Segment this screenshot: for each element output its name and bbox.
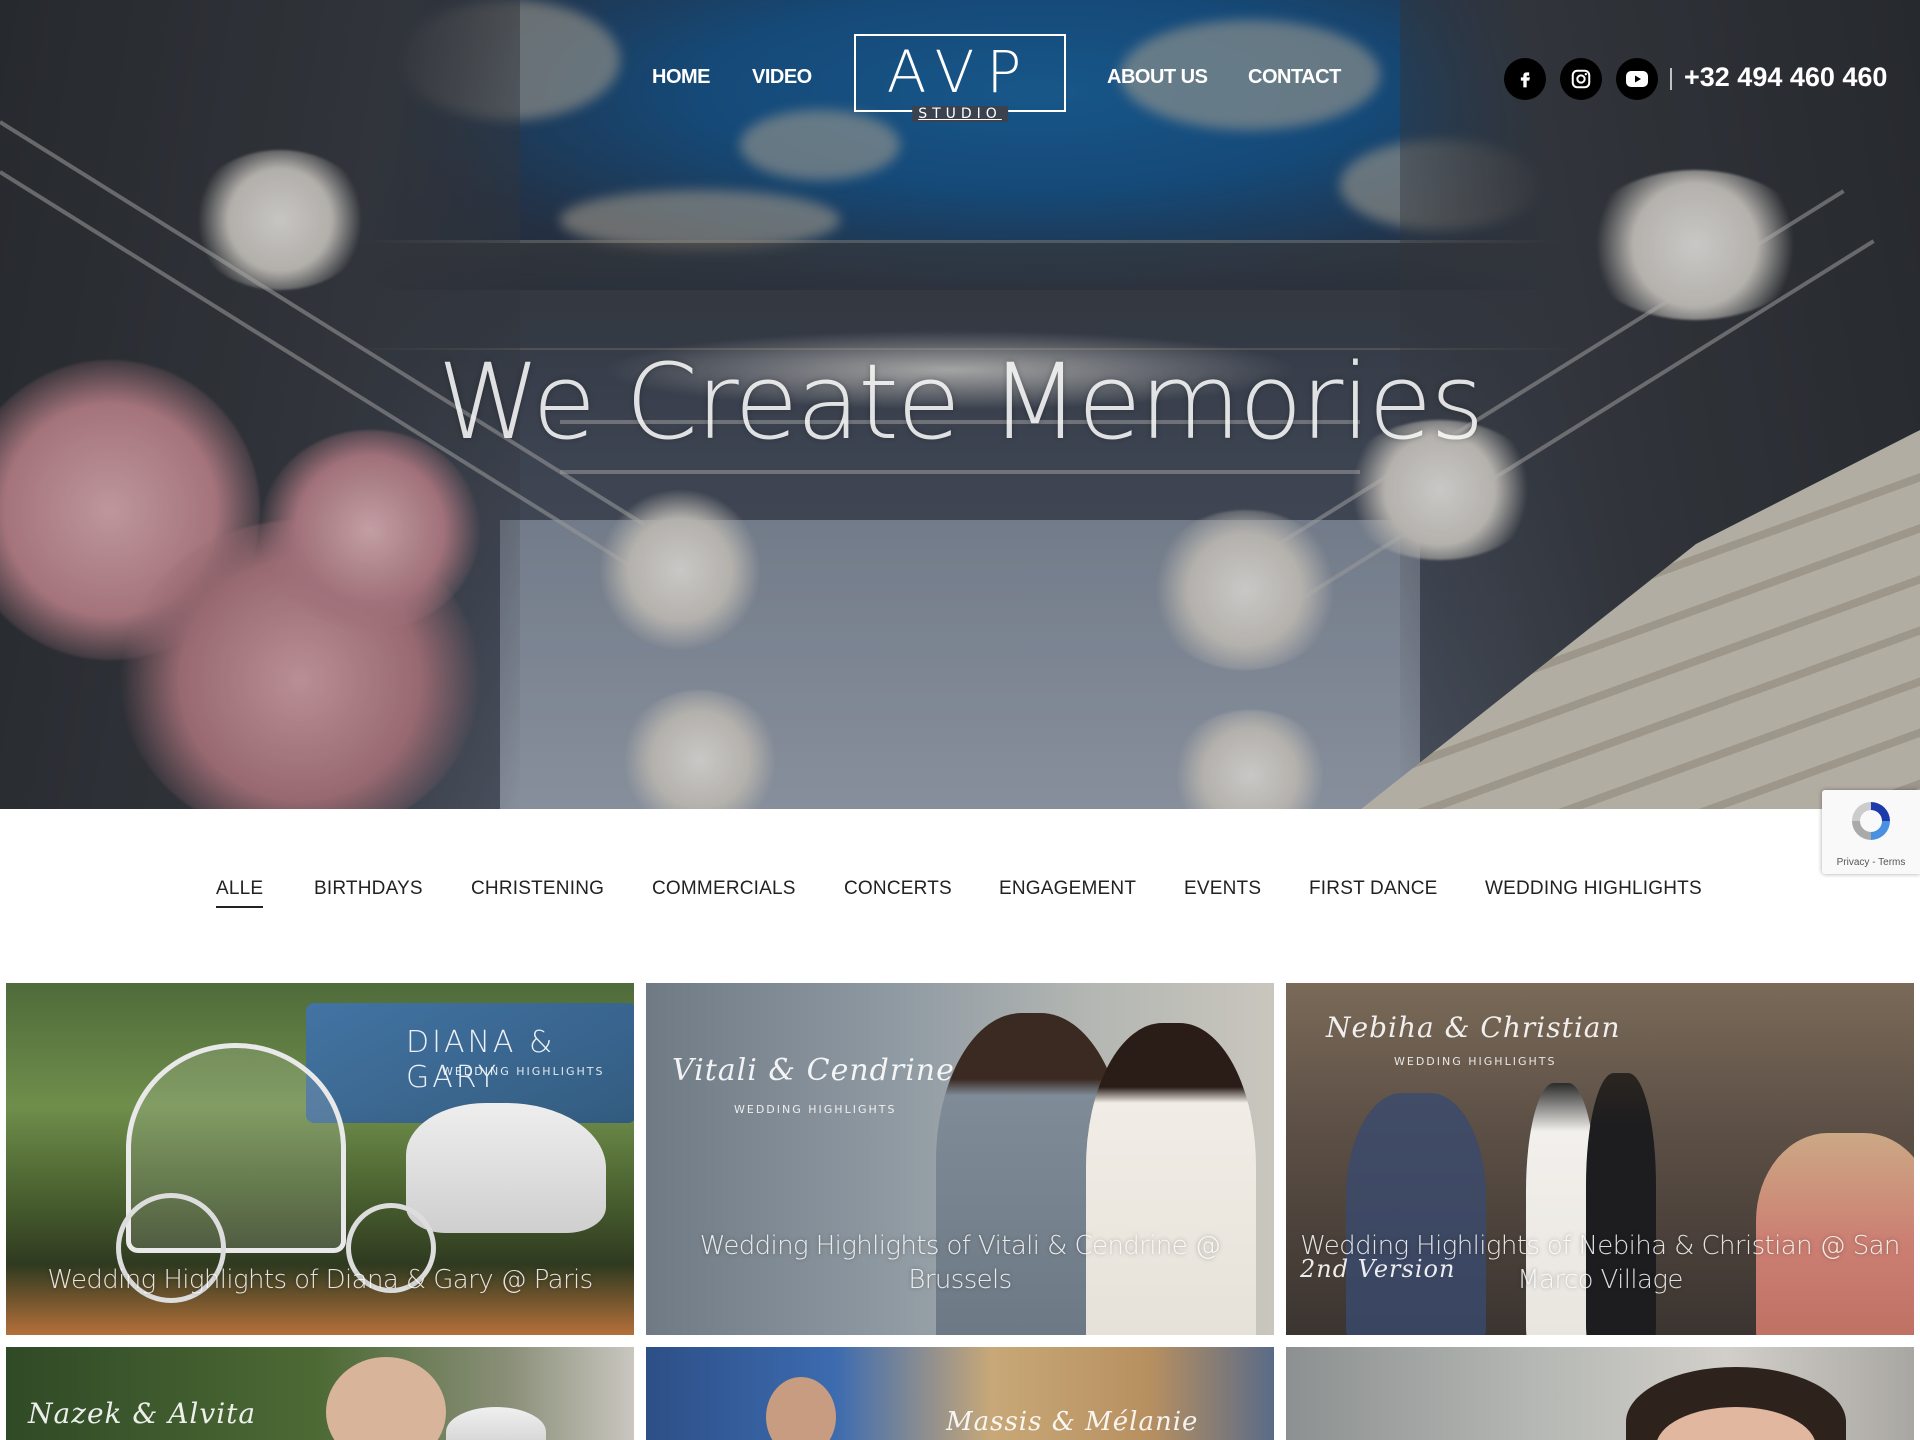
recaptcha-badge[interactable]: Privacy - Terms [1822, 790, 1920, 874]
card-caption: Wedding Highlights of Nebiha & Christian… [1300, 1231, 1900, 1295]
card-overlay-title: Massis & Mélanie [946, 1407, 1199, 1437]
video-card[interactable] [1286, 1347, 1914, 1440]
filter-christening[interactable]: CHRISTENING [471, 878, 604, 906]
card-caption: Wedding Highlights of Diana & Gary @ Par… [47, 1265, 593, 1295]
nav-video[interactable]: VIDEO [752, 66, 812, 89]
card-overlay-title: Vitali & Cendrine [672, 1053, 955, 1088]
filter-alle[interactable]: ALLE [216, 878, 264, 908]
card-overlay-subtitle: WEDDING HIGHLIGHTS [442, 1065, 605, 1078]
filter-wedding-highlights[interactable]: WEDDING HIGHLIGHTS [1485, 878, 1702, 906]
card-overlay-subtitle: WEDDING HIGHLIGHTS [1394, 1055, 1557, 1068]
nav-about-us[interactable]: ABOUT US [1107, 66, 1208, 89]
instagram-icon[interactable] [1560, 58, 1602, 100]
video-card[interactable]: DIANA & GARY WEDDING HIGHLIGHTS Wedding … [6, 983, 634, 1335]
video-card[interactable]: Nazek & Alvita [6, 1347, 634, 1440]
facebook-icon[interactable] [1504, 58, 1546, 100]
recaptcha-icon [1852, 802, 1890, 840]
hero-title: We Create Memories [437, 341, 1485, 463]
filter-engagement[interactable]: ENGAGEMENT [999, 878, 1136, 906]
filter-birthdays[interactable]: BIRTHDAYS [314, 878, 423, 906]
card-caption: Wedding Highlights of Vitali & Cendrine … [699, 1231, 1221, 1295]
logo-studio-text: STUDIO [912, 106, 1008, 122]
recaptcha-terms[interactable]: Privacy - Terms [1822, 857, 1920, 868]
nav-home[interactable]: HOME [652, 66, 711, 89]
filter-concerts[interactable]: CONCERTS [844, 878, 952, 906]
category-filter-bar: ALLE BIRTHDAYS CHRISTENING COMMERCIALS C… [0, 878, 1920, 918]
logo-letters: AVP [886, 38, 1034, 106]
card-overlay-title: Nazek & Alvita [28, 1397, 257, 1430]
nav-contact[interactable]: CONTACT [1248, 66, 1341, 89]
hero-banner: HOME VIDEO AVP STUDIO ABOUT US CONTACT +… [0, 0, 1920, 809]
header-divider [1670, 68, 1672, 90]
filter-commercials[interactable]: COMMERCIALS [652, 878, 796, 906]
filter-first-dance[interactable]: FIRST DANCE [1309, 878, 1438, 906]
card-overlay-title: Nebiha & Christian [1326, 1011, 1621, 1044]
site-logo[interactable]: AVP STUDIO [854, 34, 1066, 122]
video-card[interactable]: Massis & Mélanie [646, 1347, 1274, 1440]
video-card[interactable]: Vitali & Cendrine WEDDING HIGHLIGHTS Wed… [646, 983, 1274, 1335]
filter-events[interactable]: EVENTS [1184, 878, 1261, 906]
phone-number[interactable]: +32 494 460 460 [1684, 62, 1887, 93]
card-overlay-title: DIANA & GARY [406, 1025, 556, 1095]
youtube-icon[interactable] [1616, 58, 1658, 100]
card-overlay-subtitle: WEDDING HIGHLIGHTS [734, 1103, 897, 1116]
video-card[interactable]: Nebiha & Christian WEDDING HIGHLIGHTS 2n… [1286, 983, 1914, 1335]
